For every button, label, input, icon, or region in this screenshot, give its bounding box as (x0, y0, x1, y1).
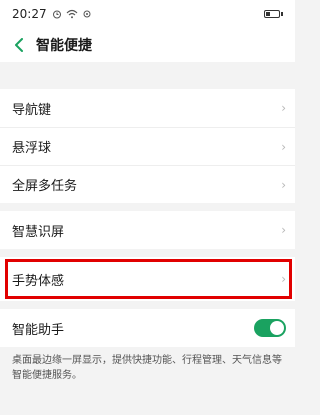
wifi-icon (66, 9, 78, 19)
row-label: 手势体感 (12, 273, 65, 289)
smart-assistant-description: 桌面最边缘一屏显示，提供快捷功能、行程管理、天气信息等智能便捷服务。 (12, 355, 282, 381)
row-label: 智能助手 (12, 322, 65, 338)
header: 智能便捷 (0, 28, 295, 62)
status-icons (52, 9, 92, 19)
section-gap (0, 249, 295, 257)
row-smart-screen-recognition[interactable]: 智慧识屏 › (0, 211, 295, 249)
battery-icon (264, 10, 283, 18)
screen: 20:27 智能便捷 导航键 › 悬浮球 › 全屏多任务 › 智慧识屏 › 手势… (0, 0, 295, 415)
chevron-right-icon: › (281, 139, 286, 154)
row-gesture-motion[interactable]: 手势体感 › (0, 257, 295, 301)
chevron-right-icon: › (281, 223, 286, 237)
row-navigation-keys[interactable]: 导航键 › (0, 89, 295, 127)
settings-small-icon (83, 10, 91, 18)
section-gap (0, 301, 295, 309)
page-title: 智能便捷 (36, 38, 92, 54)
back-button[interactable] (10, 35, 28, 55)
row-fullscreen-multitask[interactable]: 全屏多任务 › (0, 165, 295, 203)
chevron-right-icon: › (281, 101, 286, 115)
row-label: 全屏多任务 (12, 179, 78, 194)
group-smart-screen: 智慧识屏 › (0, 211, 295, 249)
chevron-right-icon: › (281, 177, 286, 192)
alarm-icon (52, 10, 61, 19)
row-floating-ball[interactable]: 悬浮球 › (0, 127, 295, 165)
toggle-knob (270, 321, 284, 335)
status-bar: 20:27 (0, 0, 295, 28)
row-smart-assistant: 智能助手 (0, 309, 295, 347)
chevron-right-icon: › (281, 272, 286, 286)
row-label: 导航键 (12, 102, 52, 118)
group-gesture: 手势体感 › (0, 257, 295, 301)
smart-assistant-toggle[interactable] (254, 319, 286, 337)
section-gap (0, 62, 295, 89)
group-smart-assistant: 智能助手 (0, 309, 295, 347)
back-arrow-icon (15, 38, 23, 52)
status-time: 20:27 (12, 7, 47, 21)
status-left: 20:27 (12, 7, 92, 21)
row-label: 悬浮球 (12, 141, 52, 156)
section-gap (0, 203, 295, 211)
row-label: 智慧识屏 (12, 224, 65, 240)
group-navigation: 导航键 › 悬浮球 › 全屏多任务 › (0, 89, 295, 203)
